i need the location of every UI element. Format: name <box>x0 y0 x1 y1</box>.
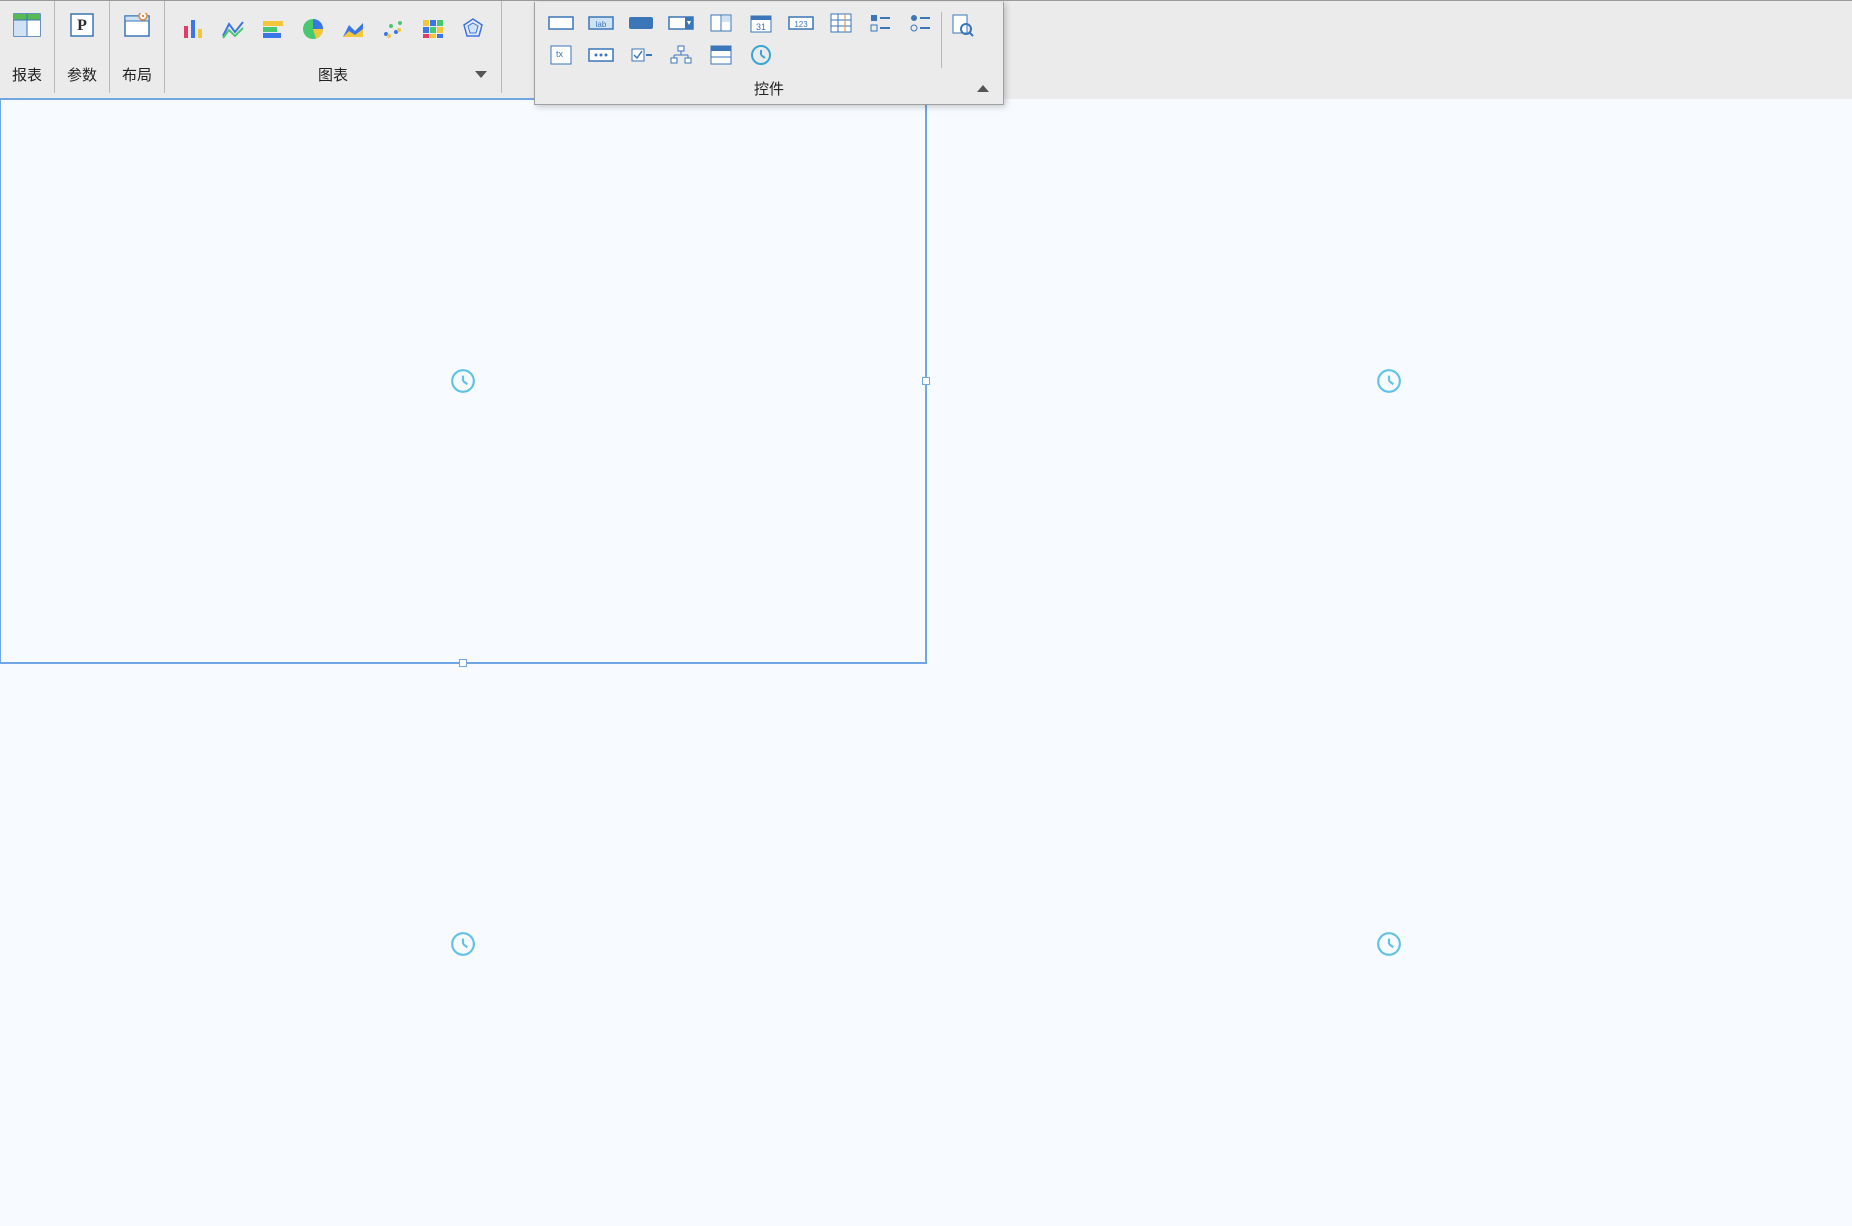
clock-placeholder-icon <box>450 368 476 394</box>
toolbar-section-layout: 布局 <box>110 1 165 93</box>
chart-label: 图表 <box>318 64 348 85</box>
textarea-control-icon[interactable]: tx <box>547 44 575 66</box>
controls-divider <box>941 12 942 68</box>
collapse-arrow-icon[interactable] <box>977 85 989 92</box>
scatter-chart-icon[interactable] <box>379 15 407 43</box>
toolbar-section-report: 报表 <box>0 1 55 93</box>
clock-control-icon[interactable] <box>747 44 775 66</box>
clock-placeholder-icon <box>1376 368 1402 394</box>
canvas-cell[interactable] <box>0 98 927 664</box>
bar-chart-icon[interactable] <box>179 15 207 43</box>
preview-icon[interactable] <box>948 14 976 36</box>
controls-panel: lab 31 123 tx 控件 <box>534 2 1004 105</box>
area-chart-icon[interactable] <box>339 15 367 43</box>
canvas-cell[interactable] <box>926 663 1852 1226</box>
canvas-wrap <box>0 93 1852 1226</box>
report-icon[interactable] <box>13 11 41 39</box>
stacked-bar-icon[interactable] <box>259 15 287 43</box>
resize-handle-right[interactable] <box>922 377 930 385</box>
line-chart-icon[interactable] <box>219 15 247 43</box>
canvas-cell[interactable] <box>0 663 926 1226</box>
resize-handle-bottom[interactable] <box>459 659 467 667</box>
canvas-cell[interactable] <box>926 99 1852 663</box>
list-control-icon[interactable] <box>707 44 735 66</box>
radio-group-icon[interactable] <box>907 12 935 34</box>
svg-text:123: 123 <box>794 20 808 29</box>
calendar-control-icon[interactable]: 31 <box>747 12 775 34</box>
params-icon[interactable]: P <box>68 11 96 39</box>
chart-dropdown-arrow-icon[interactable] <box>475 71 487 78</box>
design-canvas[interactable] <box>0 99 1852 1226</box>
svg-text:lab: lab <box>596 20 607 29</box>
svg-text:tx: tx <box>556 49 564 59</box>
combobox-control-icon[interactable] <box>667 12 695 34</box>
textbox-control-icon[interactable] <box>547 12 575 34</box>
radar-chart-icon[interactable] <box>459 15 487 43</box>
controls-grid: lab 31 123 tx <box>547 12 935 66</box>
clock-placeholder-icon <box>450 931 476 957</box>
table-control-icon[interactable] <box>827 12 855 34</box>
password-control-icon[interactable] <box>587 44 615 66</box>
toolbar-section-params: P 参数 <box>55 1 110 93</box>
toolbar-section-chart: 图表 <box>165 1 502 93</box>
pie-chart-icon[interactable] <box>299 15 327 43</box>
layout-icon[interactable] <box>123 11 151 39</box>
svg-text:P: P <box>77 17 87 34</box>
report-label: 报表 <box>12 64 42 85</box>
checkbox-control-icon[interactable] <box>627 44 655 66</box>
number-control-icon[interactable]: 123 <box>787 12 815 34</box>
controls-label: 控件 <box>754 78 784 99</box>
params-label: 参数 <box>67 64 97 85</box>
button-control-icon[interactable] <box>627 12 655 34</box>
label-control-icon[interactable]: lab <box>587 12 615 34</box>
datetime-control-icon[interactable] <box>707 12 735 34</box>
checkbox-group-icon[interactable] <box>867 12 895 34</box>
svg-text:31: 31 <box>756 22 766 32</box>
layout-label: 布局 <box>122 64 152 85</box>
tree-control-icon[interactable] <box>667 44 695 66</box>
chart-icons-row <box>179 11 487 47</box>
heatmap-chart-icon[interactable] <box>419 15 447 43</box>
clock-placeholder-icon <box>1376 931 1402 957</box>
